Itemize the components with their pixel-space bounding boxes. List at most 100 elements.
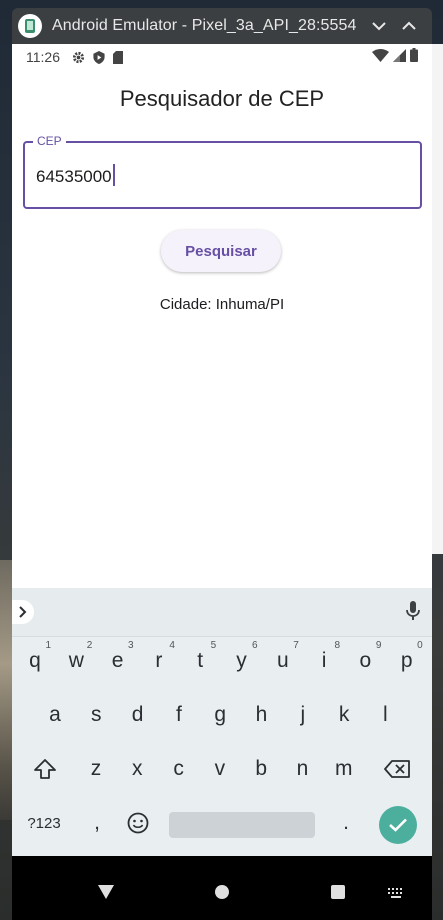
signal-icon — [393, 48, 406, 62]
key-label: t — [197, 649, 204, 672]
key-hint-number: 3 — [128, 640, 134, 651]
checkmark-icon[interactable] — [379, 806, 417, 844]
key-z[interactable]: z — [78, 746, 114, 792]
keyboard-row-3: zxcvbnm — [12, 746, 432, 796]
chevron-right-icon[interactable] — [12, 600, 34, 624]
key-m[interactable]: m — [326, 746, 362, 792]
result-text: Cidade: Inhuma/PI — [159, 296, 285, 313]
keyboard-switch-icon[interactable] — [388, 888, 404, 898]
period-key[interactable]: . — [328, 800, 364, 846]
key-label: w — [68, 649, 84, 672]
key-j[interactable]: j — [285, 692, 321, 738]
key-l[interactable]: l — [367, 692, 403, 738]
key-label: p — [400, 649, 413, 672]
key-label: k — [338, 703, 350, 726]
text-cursor — [112, 164, 115, 186]
cep-value: 64535000 — [36, 167, 112, 186]
keyboard-toolbar — [12, 588, 432, 637]
page-title: Pesquisador de CEP — [119, 86, 325, 111]
chevron-down-icon[interactable] — [369, 16, 389, 36]
key-t[interactable]: t5 — [182, 638, 218, 684]
key-label: x — [132, 757, 143, 780]
key-d[interactable]: d — [120, 692, 156, 738]
key-label: o — [359, 649, 372, 672]
status-time: 11:26 — [26, 49, 60, 65]
symbols-key[interactable]: ?123 — [22, 800, 66, 846]
navigation-bar — [12, 856, 432, 920]
key-h[interactable]: h — [244, 692, 280, 738]
cep-label: CEP — [33, 134, 66, 148]
chevron-up-icon[interactable] — [399, 16, 419, 36]
sd-card-icon — [113, 50, 123, 64]
key-v[interactable]: v — [202, 746, 238, 792]
key-label: q — [29, 649, 41, 672]
key-label: y — [236, 649, 247, 672]
keyboard-row-2: a s d f g h j kl — [12, 692, 432, 742]
keyboard-row-1: q1w2e3r4t5y6u7i8o9p0 — [12, 638, 432, 688]
status-bar: 11:26 — [12, 44, 432, 70]
battery-icon — [410, 48, 418, 62]
key-hint-number: 6 — [251, 640, 258, 651]
key-y[interactable]: y6 — [224, 638, 260, 684]
key-hint-number: 7 — [293, 640, 299, 651]
key-r[interactable]: r4 — [141, 638, 177, 684]
key-a[interactable]: a — [37, 692, 73, 738]
key-s[interactable]: s — [78, 692, 114, 738]
key-o[interactable]: o9 — [347, 638, 383, 684]
host-window-edge — [431, 44, 443, 554]
space-bar[interactable] — [169, 812, 315, 838]
key-label: m — [335, 757, 353, 780]
settings-gear-icon — [72, 51, 85, 63]
key-label: j — [300, 703, 306, 726]
shift-key-icon[interactable] — [27, 746, 63, 792]
key-hint-number: 5 — [210, 640, 217, 651]
backspace-key-icon[interactable] — [379, 746, 415, 792]
window-title: Android Emulator - Pixel_3a_API_28:5554 — [52, 17, 357, 34]
comma-key[interactable]: , — [79, 800, 115, 846]
key-x[interactable]: x — [119, 746, 155, 792]
key-f[interactable]: f — [161, 692, 197, 738]
emoji-icon[interactable] — [120, 800, 156, 846]
microphone-icon[interactable] — [406, 601, 420, 626]
key-hint-number: 0 — [417, 640, 423, 651]
key-label: h — [255, 703, 268, 726]
key-p[interactable]: p0 — [389, 638, 425, 684]
recents-square-icon[interactable] — [330, 884, 346, 900]
emulator-title-bar: Android Emulator - Pixel_3a_API_28:5554 — [12, 8, 432, 44]
key-q[interactable]: q1 — [17, 638, 53, 684]
key-hint-number: 1 — [45, 640, 51, 651]
soft-keyboard: q1w2e3r4t5y6u7i8o9p0 asdfghjkl zxcvbnm ?… — [12, 588, 432, 858]
key-label: r — [155, 649, 163, 672]
key-b[interactable]: b — [243, 746, 279, 792]
phone-screen: 11:26 Pesquisador de CEP CEP 64535000 Pe… — [12, 44, 432, 920]
key-label: i — [321, 649, 327, 672]
key-e[interactable]: e3 — [100, 638, 136, 684]
key-n[interactable]: n — [285, 746, 321, 792]
key-label: e — [111, 649, 124, 672]
key-label: c — [173, 757, 184, 780]
key-hint-number: 9 — [375, 640, 382, 651]
key-label: z — [90, 757, 102, 780]
key-label: s — [91, 703, 102, 726]
key-label: n — [296, 757, 309, 780]
cep-input[interactable]: CEP 64535000 — [23, 134, 422, 209]
key-hint-number: 8 — [334, 640, 341, 651]
play-protect-icon — [93, 50, 105, 64]
key-label: d — [131, 703, 144, 726]
emulator-app-icon — [18, 14, 42, 38]
key-label: a — [49, 703, 61, 726]
key-c[interactable]: c — [161, 746, 197, 792]
key-label: v — [214, 757, 226, 780]
key-label: u — [276, 649, 289, 672]
back-triangle-icon[interactable] — [97, 884, 115, 900]
key-k[interactable]: k — [326, 692, 362, 738]
key-i[interactable]: i8 — [306, 638, 342, 684]
search-button[interactable]: Pesquisar — [161, 230, 281, 272]
key-label: f — [175, 703, 182, 726]
key-label: b — [255, 757, 268, 780]
key-label: g — [214, 703, 227, 726]
home-circle-icon[interactable] — [214, 884, 230, 900]
key-g[interactable]: g — [202, 692, 238, 738]
key-u[interactable]: u7 — [265, 638, 301, 684]
key-w[interactable]: w2 — [58, 638, 94, 684]
